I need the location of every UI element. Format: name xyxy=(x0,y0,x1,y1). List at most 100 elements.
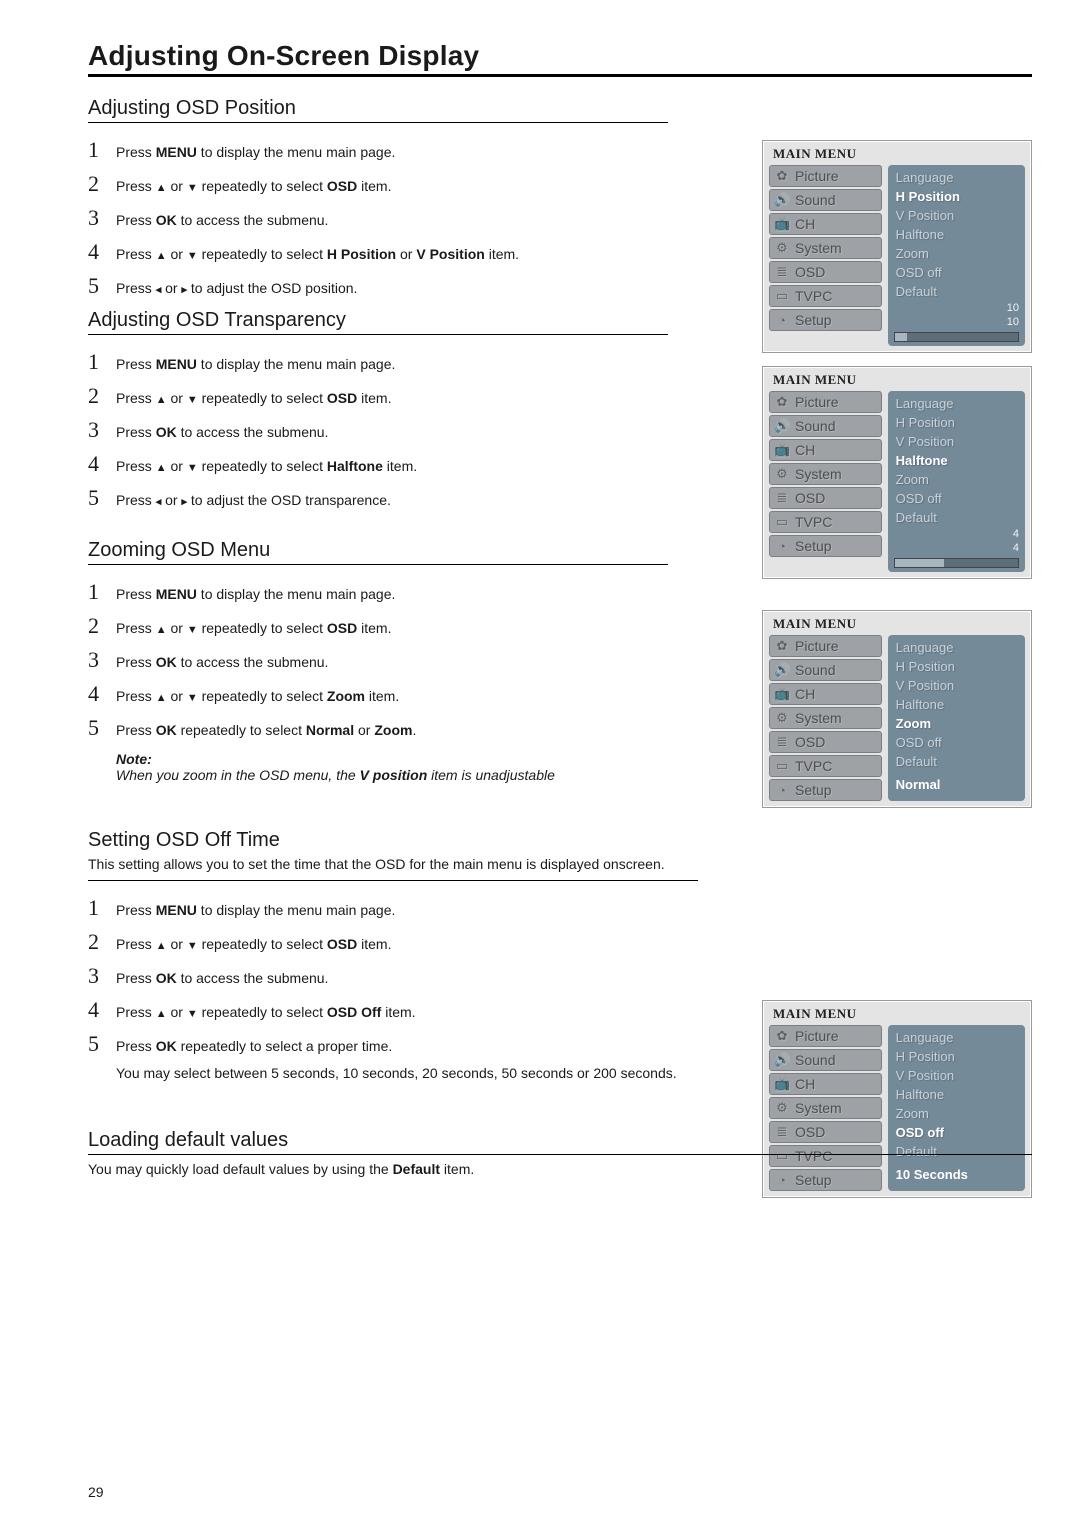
menu-option: OSD off xyxy=(894,264,1019,281)
page-title: Adjusting On-Screen Display xyxy=(88,40,1032,72)
tab-label: CH xyxy=(795,1076,815,1092)
tab-icon: ≣ xyxy=(774,734,790,750)
tab-label: System xyxy=(795,710,842,726)
menu-value-label: Normal xyxy=(894,776,1019,793)
tab-icon: ⚙ xyxy=(774,466,790,482)
menu-option: Language xyxy=(894,395,1019,412)
step-number: 5 xyxy=(88,1031,116,1057)
step-text: Press OK to access the submenu. xyxy=(116,209,328,231)
menu-option: Language xyxy=(894,1029,1019,1046)
tab-label: CH xyxy=(795,686,815,702)
menu-option: Halftone xyxy=(894,696,1019,713)
menu-tab-sound: 🔊Sound xyxy=(769,189,882,211)
section-desc: This setting allows you to set the time … xyxy=(88,856,1032,872)
menu-tab-ch: 📺CH xyxy=(769,683,882,705)
tab-label: Setup xyxy=(795,782,832,798)
tab-icon: ✿ xyxy=(774,394,790,410)
step-text: Press ▲ or ▼ repeatedly to select OSD it… xyxy=(116,933,391,955)
tab-icon: ≣ xyxy=(774,264,790,280)
menu-tab-osd: ≣ OSD xyxy=(769,261,882,283)
step-number: 4 xyxy=(88,681,116,707)
step-number: 5 xyxy=(88,273,116,299)
section-desc: You may quickly load default values by u… xyxy=(88,1161,1032,1177)
step-text: Press ▲ or ▼ repeatedly to select OSD it… xyxy=(116,175,391,197)
tab-icon: ▭ xyxy=(774,288,790,304)
section-heading: Loading default values xyxy=(88,1129,1032,1152)
menu-tab-ch: 📺 CH xyxy=(769,213,882,235)
section-heading: Adjusting OSD Position xyxy=(88,97,1032,120)
tab-label: CH xyxy=(795,442,815,458)
section-heading: Setting OSD Off Time xyxy=(88,829,1032,852)
menu-option: H Position xyxy=(894,1048,1019,1065)
step-text: Press MENU to display the menu main page… xyxy=(116,899,395,921)
step: 2Press ▲ or ▼ repeatedly to select OSD i… xyxy=(88,929,1032,955)
menu-title: MAIN MENU xyxy=(763,611,1031,635)
step-text: Press ▲ or ▼ repeatedly to select OSD it… xyxy=(116,387,391,409)
menu-tab-system: ⚙ System xyxy=(769,463,882,485)
menu-option: Halftone xyxy=(894,1086,1019,1103)
step-number: 1 xyxy=(88,137,116,163)
step-text: Press OK to access the submenu. xyxy=(116,421,328,443)
step: 1Press MENU to display the menu main pag… xyxy=(88,895,1032,921)
menu-option: H Position xyxy=(894,414,1019,431)
menu-tab-ch: 📺 CH xyxy=(769,1073,882,1095)
step-number: 4 xyxy=(88,997,116,1023)
menu-option: OSD off xyxy=(894,734,1019,751)
menu-option: H Position xyxy=(894,188,1019,205)
section-heading: Adjusting OSD Transparency xyxy=(88,309,1032,332)
tab-label: Sound xyxy=(795,662,835,678)
step-number: 3 xyxy=(88,205,116,231)
menu-tab-ch: 📺CH xyxy=(769,439,882,461)
step-text: Press MENU to display the menu main page… xyxy=(116,353,395,375)
tab-label: CH xyxy=(795,216,815,232)
step-text: Press MENU to display the menu main page… xyxy=(116,583,395,605)
tab-icon: ◔ xyxy=(774,783,790,798)
step: 1Press MENU to display the menu main pag… xyxy=(88,579,1032,605)
step-text: Press ▲ or ▼ repeatedly to select OSD it… xyxy=(116,617,391,639)
menu-option: Default xyxy=(894,283,1019,300)
step-text: Press ◂ or ▸ to adjust the OSD transpare… xyxy=(116,489,391,511)
menu-title: MAIN MENU xyxy=(763,141,1031,165)
step-number: 5 xyxy=(88,485,116,511)
menu-tab-setup: ◔ Setup xyxy=(769,779,882,801)
menu-tab-system: ⚙System xyxy=(769,707,882,729)
step-number: 1 xyxy=(88,349,116,375)
menu-tab-osd: ≣OSD xyxy=(769,487,882,509)
menu-option: Zoom xyxy=(894,471,1019,488)
step-number: 1 xyxy=(88,895,116,921)
tab-icon: 📺 xyxy=(774,216,790,232)
tab-icon: ✿ xyxy=(774,1028,790,1044)
menu-tab-system: ⚙System xyxy=(769,237,882,259)
step-text: Press ◂ or ▸ to adjust the OSD position. xyxy=(116,277,357,299)
tab-label: TVPC xyxy=(795,288,832,304)
menu-tab-picture: ✿Picture xyxy=(769,635,882,657)
menu-tab-sound: 🔊Sound xyxy=(769,1049,882,1071)
tab-label: Picture xyxy=(795,1028,839,1044)
tab-label: System xyxy=(795,466,842,482)
step-number: 4 xyxy=(88,239,116,265)
menu-option: V Position xyxy=(894,677,1019,694)
step-text: Press OK repeatedly to select a proper t… xyxy=(116,1035,392,1057)
tab-label: OSD xyxy=(795,264,825,280)
step-text: Press ▲ or ▼ repeatedly to select Halfto… xyxy=(116,455,417,477)
step-number: 3 xyxy=(88,417,116,443)
step-number: 1 xyxy=(88,579,116,605)
tab-label: System xyxy=(795,1100,842,1116)
menu-tab-picture: ✿Picture xyxy=(769,165,882,187)
menu-title: MAIN MENU xyxy=(763,367,1031,391)
tab-label: Sound xyxy=(795,1052,835,1068)
menu-option: Language xyxy=(894,639,1019,656)
tab-icon: ⚙ xyxy=(774,240,790,256)
step-number: 5 xyxy=(88,715,116,741)
menu-option: Zoom xyxy=(894,1105,1019,1122)
step-number: 2 xyxy=(88,613,116,639)
tab-label: Sound xyxy=(795,192,835,208)
step-text: Press ▲ or ▼ repeatedly to select H Posi… xyxy=(116,243,519,265)
menu-tab-picture: ✿ Picture xyxy=(769,1025,882,1047)
step-text: Press ▲ or ▼ repeatedly to select Zoom i… xyxy=(116,685,399,707)
menu-tab-tvpc: ▭ TVPC xyxy=(769,285,882,307)
tab-icon: 📺 xyxy=(774,1076,790,1092)
step-number: 4 xyxy=(88,451,116,477)
tab-label: Sound xyxy=(795,418,835,434)
menu-option: Zoom xyxy=(894,245,1019,262)
